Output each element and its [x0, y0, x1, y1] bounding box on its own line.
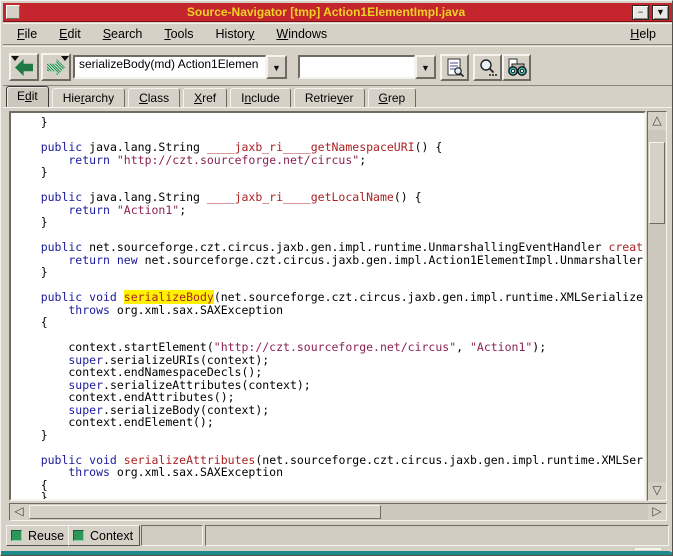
- forward-dropdown-icon: [61, 56, 69, 61]
- magnifier-icon: [478, 58, 498, 78]
- toolbar: serializeBody(md) Action1Elemen ▼ ▼: [3, 46, 672, 86]
- code-line: context.endElement();: [13, 416, 644, 429]
- reuse-toggle[interactable]: Reuse: [6, 525, 71, 546]
- code-line: }: [13, 491, 644, 501]
- retriever-button[interactable]: [502, 54, 531, 81]
- symbol-combobox-dropdown-button[interactable]: ▼: [266, 55, 287, 79]
- scroll-left-button[interactable]: ◁: [10, 504, 28, 520]
- chevron-down-icon: ▼: [272, 63, 281, 73]
- code-line: }: [13, 429, 644, 442]
- tab-hierarchy[interactable]: Hierarchy: [52, 88, 125, 107]
- menu-item-windows[interactable]: Windows: [268, 25, 335, 43]
- document-search-icon: [445, 58, 465, 78]
- code-line: }: [13, 216, 644, 229]
- code-line: }: [13, 166, 644, 179]
- reuse-checkbox-indicator: [11, 530, 22, 541]
- code-line: {: [13, 479, 644, 492]
- vertical-scrollbar-thumb[interactable]: [649, 142, 665, 224]
- reuse-toggle-label: Reuse: [28, 529, 64, 543]
- search-combobox-dropdown-button[interactable]: ▼: [415, 55, 436, 79]
- maximize-icon: ▼: [656, 7, 665, 17]
- chevron-down-icon: ▼: [421, 63, 430, 73]
- scroll-right-button[interactable]: ▷: [648, 504, 666, 520]
- horizontal-scrollbar[interactable]: ◁ ▷: [9, 503, 667, 521]
- tab-include[interactable]: Include: [230, 88, 291, 107]
- scroll-up-button[interactable]: △: [648, 112, 666, 130]
- code-line: throws org.xml.sax.SAXException: [13, 466, 644, 479]
- status-panel-large: [205, 525, 669, 546]
- scroll-right-icon: ▷: [652, 504, 661, 518]
- maximize-button[interactable]: ▼: [652, 5, 669, 20]
- tab-edit[interactable]: Edit: [6, 86, 49, 107]
- status-panel-small: [141, 525, 203, 546]
- symbol-combobox-input[interactable]: serializeBody(md) Action1Elemen: [73, 55, 266, 79]
- minimize-icon: −: [638, 7, 643, 17]
- menu-item-edit[interactable]: Edit: [51, 25, 89, 43]
- back-arrow-icon: [15, 59, 33, 76]
- menu-item-history[interactable]: History: [208, 25, 263, 43]
- scroll-left-icon: ◁: [14, 504, 23, 518]
- forward-arrow-icon: [47, 59, 65, 76]
- statusbar: Reuse Context: [3, 525, 672, 547]
- source-navigator-window: Source-Navigator [tmp] Action1ElementImp…: [0, 0, 673, 556]
- scroll-up-icon: △: [652, 113, 661, 127]
- code-line: return "http://czt.sourceforge.net/circu…: [13, 154, 644, 167]
- tab-xref[interactable]: Xref: [183, 88, 227, 107]
- context-checkbox-indicator: [73, 530, 84, 541]
- minimize-button[interactable]: −: [632, 5, 649, 20]
- symbol-combobox: serializeBody(md) Action1Elemen ▼: [73, 55, 287, 79]
- tab-retriever[interactable]: Retriever: [294, 88, 365, 107]
- titlebar: Source-Navigator [tmp] Action1ElementImp…: [3, 3, 672, 22]
- code-line: return new net.sourceforge.czt.circus.ja…: [13, 254, 644, 267]
- binoculars-icon: [506, 58, 528, 78]
- scroll-down-button[interactable]: ▽: [648, 482, 666, 500]
- code-line: return "Action1";: [13, 204, 644, 217]
- horizontal-scrollbar-thumb[interactable]: [29, 505, 381, 519]
- code-line: }: [13, 266, 644, 279]
- window-menu-button[interactable]: [6, 5, 20, 19]
- window-title: Source-Navigator [tmp] Action1ElementImp…: [20, 5, 632, 19]
- editor-search-button[interactable]: [440, 54, 469, 81]
- menu-item-tools[interactable]: Tools: [156, 25, 201, 43]
- vertical-scrollbar[interactable]: △ ▽: [647, 111, 667, 501]
- back-button[interactable]: [9, 53, 39, 81]
- menu-item-file[interactable]: File: [9, 25, 45, 43]
- view-tabbar: Edit Hierarchy Class Xref Include Retrie…: [3, 87, 672, 108]
- tab-grep[interactable]: Grep: [368, 88, 417, 107]
- menu-item-search[interactable]: Search: [95, 25, 151, 43]
- context-toggle[interactable]: Context: [68, 525, 140, 546]
- code-line: }: [13, 116, 644, 129]
- search-combobox-input[interactable]: [298, 55, 415, 79]
- menu-item-help[interactable]: Help: [622, 25, 664, 43]
- window-bottom-edge: [1, 551, 673, 556]
- forward-button[interactable]: [41, 53, 71, 81]
- back-dropdown-icon: [11, 56, 19, 61]
- context-toggle-label: Context: [90, 529, 133, 543]
- search-combobox: ▼: [298, 55, 436, 79]
- code-line: throws org.xml.sax.SAXException: [13, 304, 644, 317]
- menubar: File Edit Search Tools History Windows H…: [3, 23, 672, 45]
- tab-class[interactable]: Class: [128, 88, 180, 107]
- code-line: {: [13, 316, 644, 329]
- code-area[interactable]: } public java.lang.String ____jaxb_ri___…: [9, 111, 646, 501]
- search-dialog-button[interactable]: [473, 54, 502, 81]
- scroll-down-icon: ▽: [652, 483, 661, 497]
